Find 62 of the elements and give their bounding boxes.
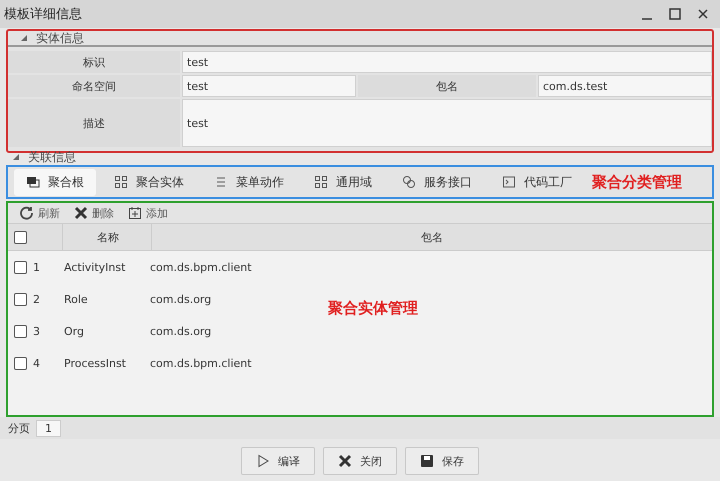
annotation-label: 聚合分类管理 xyxy=(592,172,682,192)
table-cell-text: Role xyxy=(63,292,89,308)
grid-icon xyxy=(314,175,328,189)
refresh-icon xyxy=(20,206,34,220)
row-checkbox[interactable] xyxy=(14,292,27,306)
save-icon xyxy=(420,454,434,468)
table-cell-text: com.ds.org xyxy=(150,292,212,308)
collapse-triangle-icon[interactable] xyxy=(12,153,20,161)
table-cell-text: com.ds.bpm.client xyxy=(150,260,252,276)
terminal-icon xyxy=(502,175,516,189)
close-icon[interactable] xyxy=(696,7,710,21)
field-label: 描述 xyxy=(8,99,180,147)
text-field[interactable]: com.ds.test xyxy=(538,75,712,97)
list-icon xyxy=(214,175,228,189)
column-header: 名称 xyxy=(63,224,152,250)
section-title: 实体信息 xyxy=(36,30,84,46)
text-field[interactable]: test xyxy=(182,51,712,73)
select-all-checkbox[interactable] xyxy=(14,230,27,244)
text-field[interactable]: test xyxy=(182,75,356,97)
column-header: 包名 xyxy=(420,230,444,246)
toolbar-button[interactable]: 删除 xyxy=(74,206,114,220)
table-cell-text: ActivityInst xyxy=(63,260,126,276)
annotation-label: 聚合实体管理 xyxy=(328,299,418,318)
table-cell-text: com.ds.bpm.client xyxy=(150,356,252,372)
row-checkbox[interactable] xyxy=(14,356,27,370)
link-icon xyxy=(402,175,416,189)
section-title: 关联信息 xyxy=(28,148,76,166)
table-cell-text: Org xyxy=(63,324,85,340)
maximize-icon[interactable] xyxy=(668,7,682,21)
collapse-triangle-icon[interactable] xyxy=(20,34,28,42)
table-cell-text: ProcessInst xyxy=(63,356,127,372)
tab[interactable]: 通用域 xyxy=(302,168,384,196)
page-number[interactable]: 1 xyxy=(36,420,61,436)
tab[interactable]: 代码工厂 xyxy=(490,168,584,196)
save-button[interactable]: 保存 xyxy=(405,447,479,475)
stack-icon xyxy=(26,175,40,189)
tab[interactable]: 聚合实体 xyxy=(102,168,196,196)
row-number: 2 xyxy=(33,292,40,306)
field-label: 包名 xyxy=(358,75,536,97)
row-number: 1 xyxy=(33,260,40,274)
row-number: 4 xyxy=(33,356,40,370)
close-button[interactable]: 关闭 xyxy=(323,447,397,475)
add-icon xyxy=(128,206,142,220)
text-area[interactable]: test xyxy=(182,99,712,147)
grid-icon xyxy=(114,175,128,189)
field-label: 标识 xyxy=(8,51,180,73)
tab[interactable]: 服务接口 xyxy=(390,168,484,196)
toolbar-button[interactable]: 刷新 xyxy=(20,206,60,220)
row-number: 3 xyxy=(33,324,40,338)
pager-label: 分页 xyxy=(8,420,30,436)
field-label: 命名空间 xyxy=(8,75,180,97)
tab[interactable]: 菜单动作 xyxy=(202,168,296,196)
window-title: 模板详细信息 xyxy=(4,6,82,23)
row-checkbox[interactable] xyxy=(14,324,27,338)
compile-button[interactable]: 编译 xyxy=(241,447,315,475)
delete-icon xyxy=(74,206,88,220)
table-cell-text: com.ds.org xyxy=(150,324,212,340)
tab[interactable]: 聚合根 xyxy=(14,168,96,196)
toolbar-button[interactable]: 添加 xyxy=(128,206,168,220)
play-icon xyxy=(256,454,270,468)
row-checkbox[interactable] xyxy=(14,260,27,274)
close-icon xyxy=(338,454,352,468)
